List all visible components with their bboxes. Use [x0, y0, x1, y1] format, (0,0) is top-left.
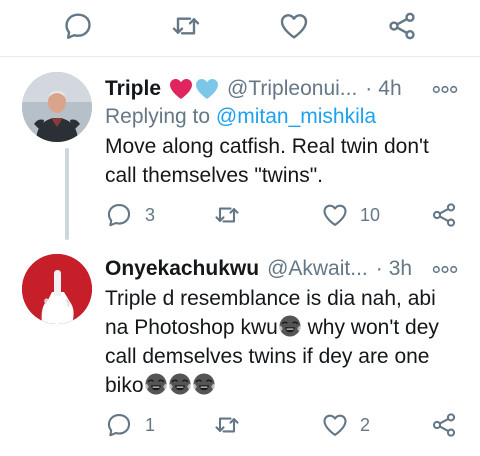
- retweet-icon[interactable]: [212, 410, 242, 440]
- like-count: 10: [360, 205, 381, 225]
- like-icon[interactable]: [276, 8, 312, 44]
- more-options-icon[interactable]: [432, 254, 458, 284]
- author-handle[interactable]: @Tripleonui...: [227, 77, 357, 101]
- replying-to-label: Replying to: [105, 105, 216, 128]
- reply-icon[interactable]: [104, 200, 134, 230]
- avatar[interactable]: [22, 72, 92, 142]
- divider: [0, 56, 480, 57]
- face-with-tears-of-joy-emoji: [278, 314, 302, 338]
- author-name[interactable]: Onyekachukwu: [105, 257, 259, 281]
- separator-dot: ·: [375, 257, 383, 280]
- like-icon[interactable]: [320, 410, 350, 440]
- replying-to: Replying to @mitan_mishkila: [105, 105, 376, 129]
- reply-count: 3: [145, 205, 156, 225]
- reply-icon[interactable]: [104, 410, 134, 440]
- tweet-header: Triple @Tripleonui... · 4h: [105, 74, 402, 104]
- face-with-tears-of-joy-emoji: [192, 372, 216, 396]
- replying-to-mention[interactable]: @mitan_mishkila: [216, 105, 376, 128]
- face-with-tears-of-joy-emoji: [168, 372, 192, 396]
- like-icon[interactable]: [320, 200, 350, 230]
- thread-connector: [65, 148, 69, 240]
- separator-dot: ·: [365, 77, 373, 100]
- more-options-icon[interactable]: [432, 74, 458, 104]
- like-count: 2: [360, 415, 371, 435]
- blue-heart-emoji: [195, 78, 219, 100]
- face-with-tears-of-joy-emoji: [144, 372, 168, 396]
- share-icon[interactable]: [429, 410, 459, 440]
- avatar[interactable]: [22, 254, 92, 324]
- top-action-bar: [0, 0, 480, 56]
- red-heart-emoji: [169, 78, 193, 100]
- tweet-header: Onyekachukwu @Akwait... · 3h: [105, 254, 412, 284]
- reply-count: 1: [145, 415, 156, 435]
- author-handle[interactable]: @Akwait...: [267, 257, 368, 281]
- reply-icon[interactable]: [60, 8, 96, 44]
- tweet-text: Triple d resemblance is dia nah, abi na …: [105, 284, 455, 400]
- share-icon[interactable]: [384, 8, 420, 44]
- retweet-icon[interactable]: [212, 200, 242, 230]
- tweet-text: Move along catfish. Real twin don't call…: [105, 135, 429, 187]
- timestamp[interactable]: 3h: [389, 257, 412, 281]
- author-name[interactable]: Triple: [105, 77, 161, 101]
- timestamp[interactable]: 4h: [378, 77, 401, 101]
- retweet-icon[interactable]: [168, 8, 204, 44]
- share-icon[interactable]: [429, 200, 459, 230]
